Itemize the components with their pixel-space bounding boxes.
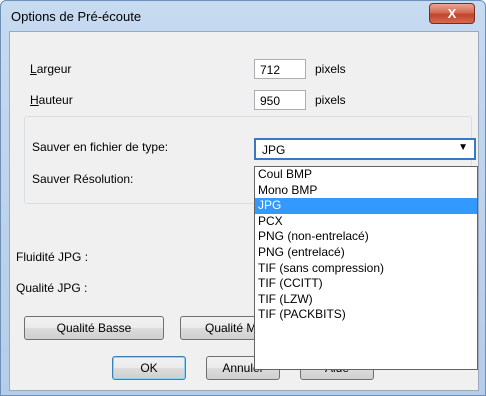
title-bar[interactable]: Options de Pré-écoute X: [1, 1, 485, 31]
window-title: Options de Pré-écoute: [11, 9, 142, 24]
dropdown-option[interactable]: PNG (entrelacé): [255, 245, 477, 261]
filetype-label: Sauver en fichier de type:: [32, 140, 169, 154]
height-label: Hauteur: [30, 93, 73, 107]
ok-button[interactable]: OK: [112, 356, 186, 380]
dropdown-option[interactable]: TIF (LZW): [255, 292, 477, 308]
dropdown-option[interactable]: TIF (CCITT): [255, 276, 477, 292]
dropdown-option[interactable]: PCX: [255, 214, 477, 230]
resolution-label: Sauver Résolution:: [32, 172, 134, 186]
jpg-fluidity-label: Fluidité JPG :: [16, 250, 89, 264]
dropdown-option[interactable]: Mono BMP: [255, 183, 477, 199]
dropdown-option[interactable]: TIF (PACKBITS): [255, 307, 477, 323]
chevron-down-icon: ▼: [458, 142, 468, 153]
width-input[interactable]: 712: [254, 59, 306, 79]
width-value: 712: [260, 63, 281, 77]
close-button[interactable]: X: [429, 3, 475, 24]
width-unit: pixels: [315, 62, 346, 76]
filetype-selected: JPG: [262, 143, 286, 157]
dialog-body: Largeur 712 pixels Hauteur 950 pixels Sa…: [9, 31, 479, 391]
height-unit: pixels: [315, 93, 346, 107]
filetype-select[interactable]: JPG ▼: [254, 138, 476, 160]
height-value: 950: [260, 94, 281, 108]
filetype-dropdown-list[interactable]: Coul BMP Mono BMP JPG PCX PNG (non-entrelacé…: [254, 166, 478, 370]
dropdown-option[interactable]: Coul BMP: [255, 167, 477, 183]
jpg-quality-label: Qualité JPG :: [16, 281, 88, 295]
width-label: Largeur: [30, 62, 72, 76]
dropdown-option[interactable]: PNG (non-entrelacé): [255, 229, 477, 245]
low-quality-button[interactable]: Qualité Basse: [24, 316, 164, 340]
close-icon: X: [447, 6, 457, 21]
height-input[interactable]: 950: [254, 90, 306, 110]
dropdown-option[interactable]: JPG: [255, 198, 477, 214]
dialog-window: Options de Pré-écoute X Largeur 712 pixe…: [0, 0, 486, 396]
dropdown-option[interactable]: TIF (sans compression): [255, 261, 477, 277]
